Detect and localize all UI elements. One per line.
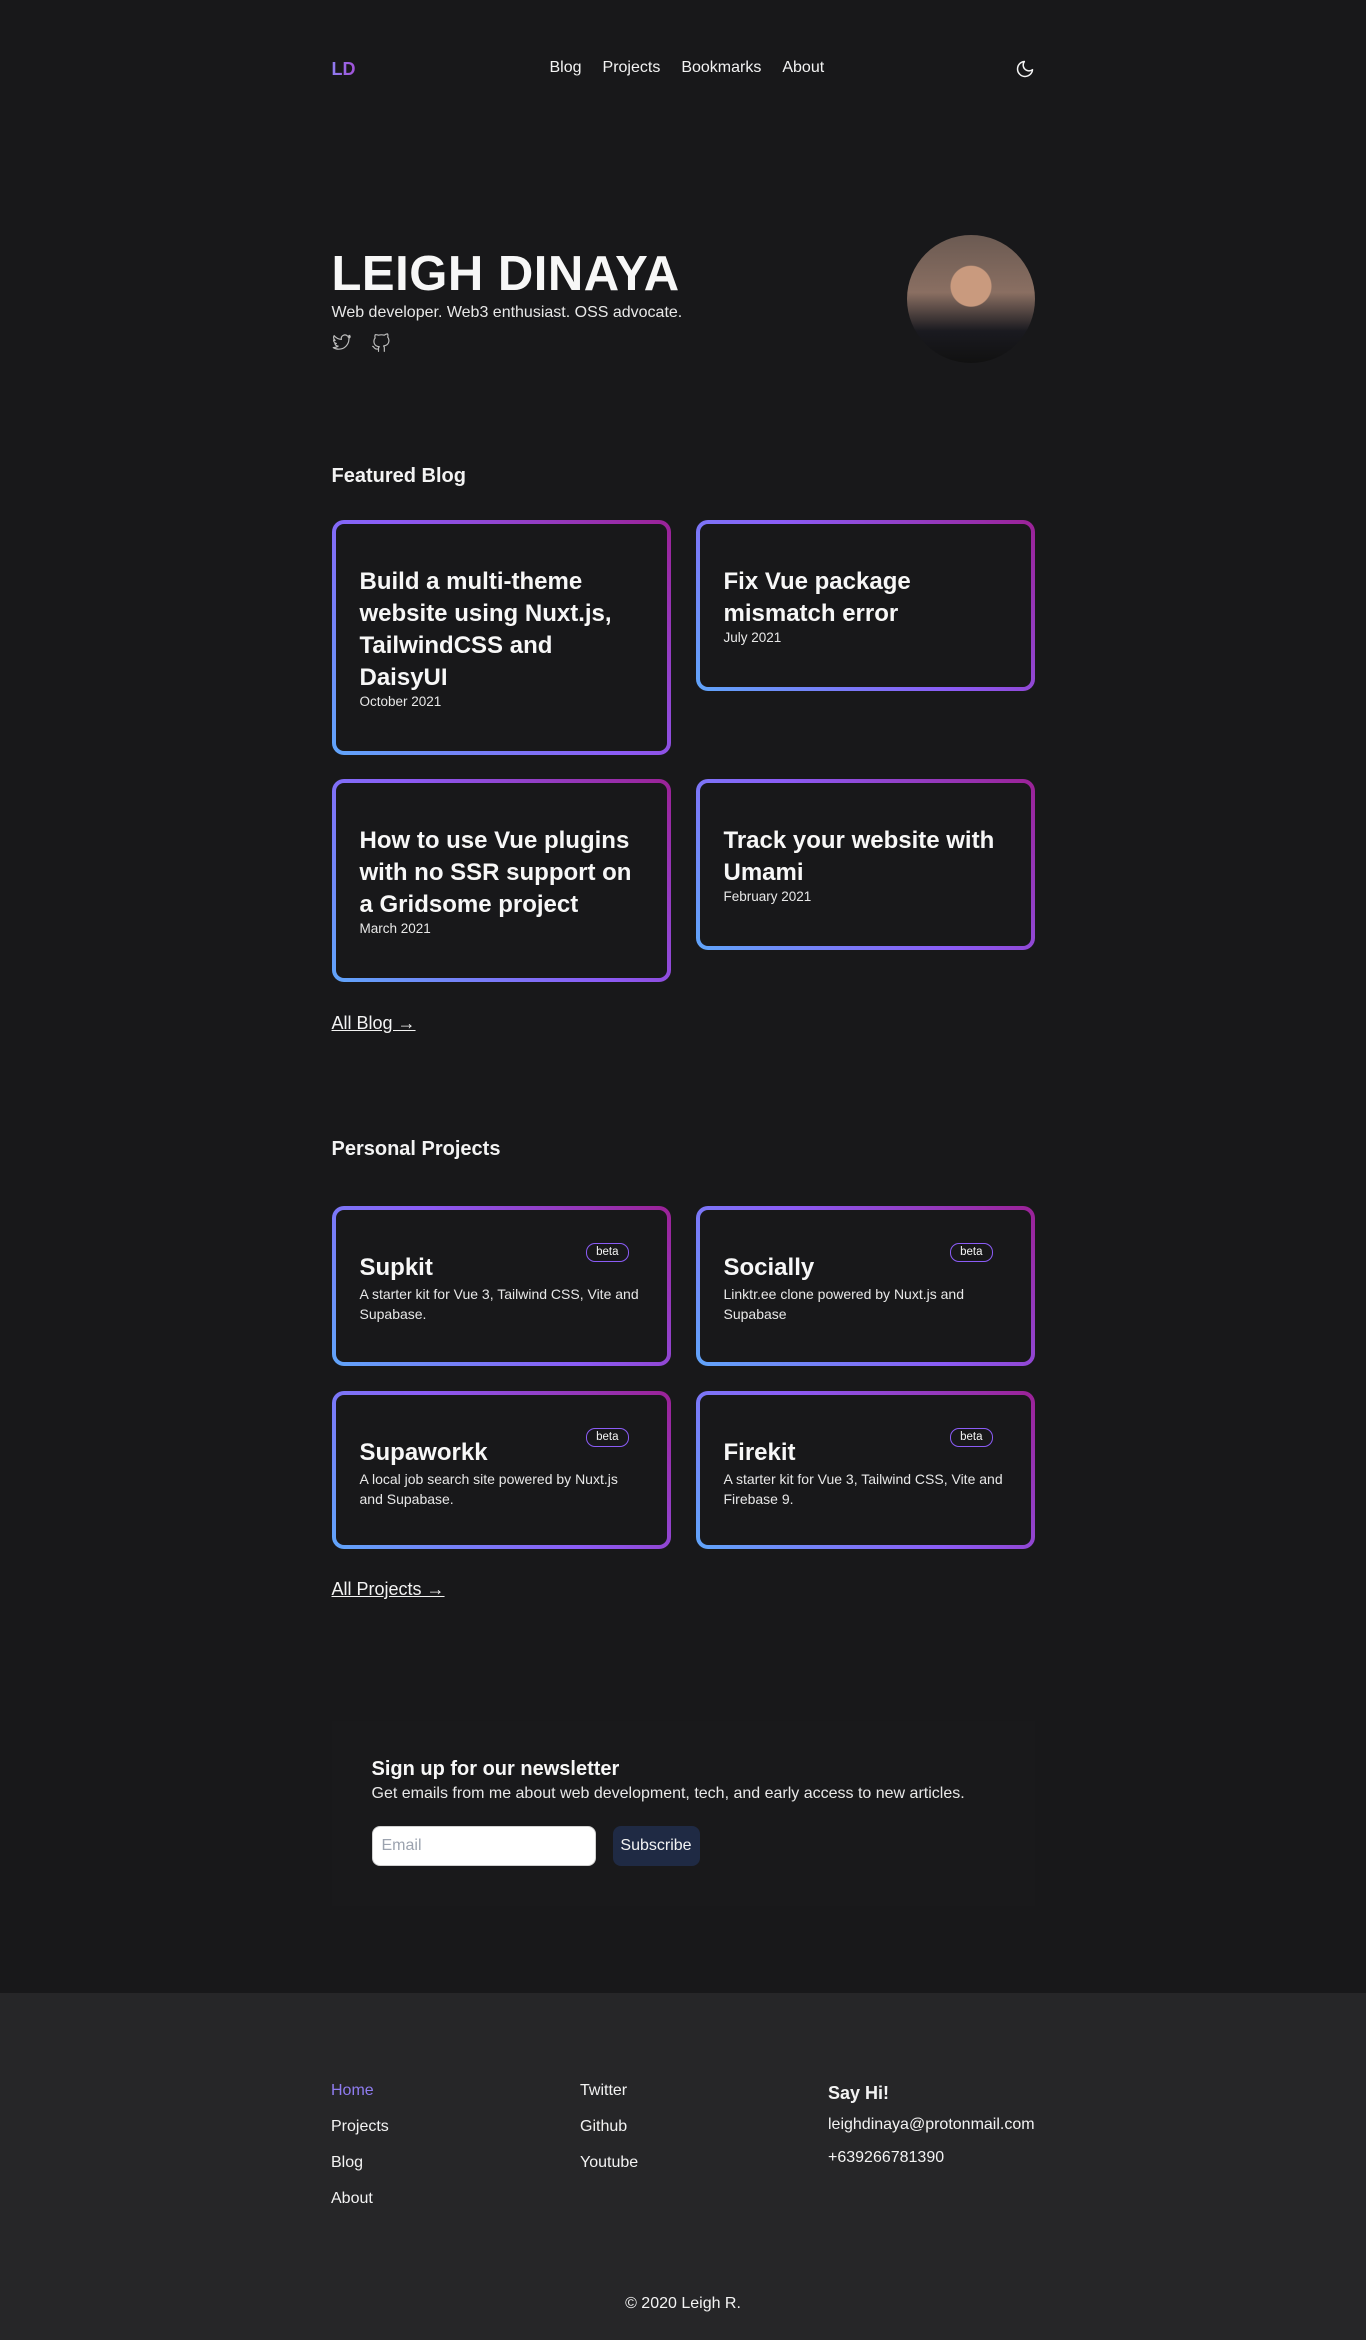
nav-link-blog[interactable]: Blog: [550, 59, 582, 77]
blog-title: Build a multi-theme website using Nuxt.j…: [359, 568, 612, 691]
blog-title: How to use Vue plugins with no SSR suppo…: [359, 827, 632, 918]
blog-title: Fix Vue package mismatch error: [723, 568, 911, 627]
content-wrapper: LD Blog Projects Bookmarks About LEIGH D…: [331, 0, 1035, 2031]
blog-date: March 2021: [359, 921, 431, 936]
blog-card[interactable]: Build a multi-theme website using Nuxt.j…: [331, 520, 671, 755]
beta-badge: beta: [950, 1428, 993, 1447]
featured-blog-heading: Featured Blog: [331, 465, 466, 487]
nav-link-projects[interactable]: Projects: [603, 59, 661, 77]
logo-link[interactable]: LD: [332, 59, 356, 80]
featured-blog-section: Featured Blog Build a multi-theme websit…: [331, 465, 1035, 1088]
footer-nav: Home Projects Blog About: [331, 2081, 389, 2225]
contact-email[interactable]: leighdinaya@protonmail.com: [828, 2115, 1035, 2135]
page: LD Blog Projects Bookmarks About LEIGH D…: [0, 0, 1366, 2340]
blog-card[interactable]: How to use Vue plugins with no SSR suppo…: [331, 779, 671, 982]
project-card[interactable]: Socially Linktr.ee clone powered by Nuxt…: [695, 1206, 1035, 1366]
beta-badge: beta: [950, 1243, 993, 1262]
contact-phone[interactable]: +639266781390: [828, 2148, 1035, 2168]
project-description: A local job search site powered by Nuxt.…: [359, 1471, 618, 1507]
blog-card-body: How to use Vue plugins with no SSR suppo…: [335, 783, 667, 978]
project-description: A starter kit for Vue 3, Tailwind CSS, V…: [723, 1471, 1003, 1507]
footer-link-projects[interactable]: Projects: [331, 2117, 389, 2137]
newsletter-section: Sign up for our newsletter Get emails fr…: [331, 1631, 1035, 2031]
all-projects-link[interactable]: All Projects →: [332, 1579, 445, 1600]
blog-card-body: Build a multi-theme website using Nuxt.j…: [335, 524, 667, 751]
twitter-icon[interactable]: [332, 333, 352, 353]
hero-section: LEIGH DINAYA Web developer. Web3 enthusi…: [332, 139, 1035, 465]
beta-badge: beta: [586, 1428, 629, 1447]
beta-badge: beta: [586, 1243, 629, 1262]
project-card-body: Supaworkk A local job search site powere…: [335, 1395, 667, 1545]
newsletter-subtitle: Get emails from me about web development…: [371, 1785, 965, 1802]
hero-name: LEIGH DINAYA: [331, 247, 680, 301]
hero-tagline: Web developer. Web3 enthusiast. OSS advo…: [331, 304, 683, 321]
project-card-body: Socially Linktr.ee clone powered by Nuxt…: [699, 1210, 1031, 1362]
github-icon[interactable]: [371, 333, 391, 353]
project-card-body: Firekit A starter kit for Vue 3, Tailwin…: [699, 1395, 1031, 1545]
project-description: Linktr.ee clone powered by Nuxt.js and S…: [723, 1286, 964, 1322]
newsletter-title: Sign up for our newsletter: [371, 1758, 620, 1780]
nav-link-about[interactable]: About: [782, 59, 824, 77]
blog-date: October 2021: [359, 694, 442, 709]
moon-icon[interactable]: [1015, 59, 1035, 79]
blog-date: February 2021: [723, 889, 812, 904]
top-nav: LD Blog Projects Bookmarks About: [332, 0, 1035, 139]
projects-heading: Personal Projects: [331, 1138, 501, 1160]
footer-link-blog[interactable]: Blog: [331, 2153, 389, 2173]
project-card[interactable]: Supaworkk A local job search site powere…: [331, 1391, 671, 1549]
footer-link-about[interactable]: About: [331, 2189, 389, 2209]
blog-card-body: Fix Vue package mismatch error July 2021: [699, 524, 1031, 687]
hero-social-links: [332, 333, 391, 353]
email-input[interactable]: [371, 1826, 596, 1866]
footer-social: Twitter Github Youtube: [580, 2081, 638, 2189]
projects-section: Personal Projects Supkit A starter kit f…: [331, 1088, 1035, 1631]
footer-link-twitter[interactable]: Twitter: [580, 2081, 638, 2101]
copyright: © 2020 Leigh R.: [625, 2295, 741, 2312]
all-blog-link[interactable]: All Blog →: [332, 1013, 416, 1034]
project-card[interactable]: Supkit A starter kit for Vue 3, Tailwind…: [331, 1206, 671, 1366]
avatar: [906, 235, 1035, 363]
nav-link-bookmarks[interactable]: Bookmarks: [681, 59, 761, 77]
blog-card-body: Track your website with Umami February 2…: [699, 783, 1031, 946]
project-card[interactable]: Firekit A starter kit for Vue 3, Tailwin…: [695, 1391, 1035, 1549]
blog-date: July 2021: [723, 630, 782, 645]
footer-link-home[interactable]: Home: [331, 2081, 389, 2101]
footer-contact: Say Hi! leighdinaya@protonmail.com +6392…: [828, 2081, 1035, 2181]
subscribe-button[interactable]: Subscribe: [612, 1826, 700, 1866]
newsletter-box: Sign up for our newsletter Get emails fr…: [331, 1721, 1035, 1906]
footer: Home Projects Blog About Twitter Github …: [0, 1993, 1366, 2340]
blog-card[interactable]: Track your website with Umami February 2…: [695, 779, 1035, 950]
blog-title: Track your website with Umami: [723, 827, 995, 886]
project-description: A starter kit for Vue 3, Tailwind CSS, V…: [359, 1286, 639, 1322]
contact-heading: Say Hi!: [828, 2083, 890, 2103]
footer-link-youtube[interactable]: Youtube: [580, 2153, 638, 2173]
nav-links: Blog Projects Bookmarks About: [550, 59, 825, 77]
project-card-body: Supkit A starter kit for Vue 3, Tailwind…: [335, 1210, 667, 1362]
blog-card[interactable]: Fix Vue package mismatch error July 2021: [695, 520, 1035, 691]
footer-link-github[interactable]: Github: [580, 2117, 638, 2137]
